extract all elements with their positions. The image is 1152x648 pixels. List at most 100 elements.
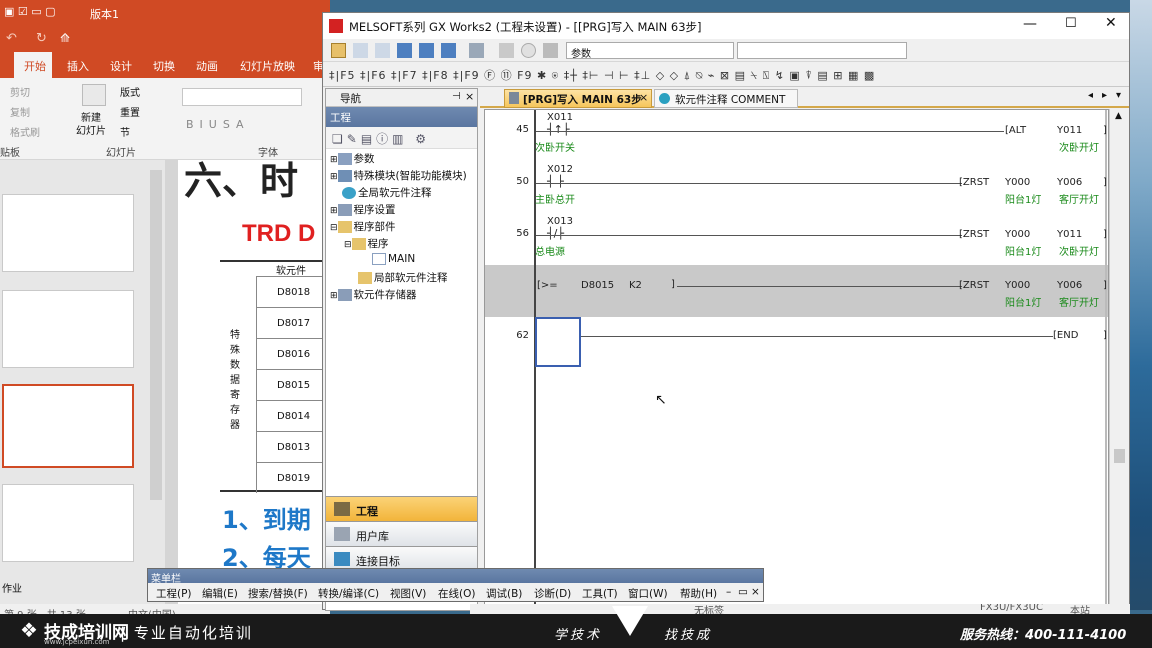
- ladder-vertical-scrollbar[interactable]: ▲: [1109, 109, 1129, 611]
- contact-icon[interactable]: ┤ ├: [547, 175, 564, 188]
- rising-contact-icon[interactable]: ┤↑├: [547, 123, 569, 136]
- pin-icon[interactable]: ⊣: [452, 91, 461, 102]
- menu-diagnostics[interactable]: 诊断(D): [534, 586, 571, 601]
- close-icon[interactable]: ✕: [1105, 15, 1117, 31]
- help-icon[interactable]: [521, 43, 536, 58]
- copy-button[interactable]: 复制: [10, 104, 30, 119]
- compare-operand-b[interactable]: K2: [629, 280, 642, 291]
- font-name-field[interactable]: [182, 88, 302, 106]
- menu-debug[interactable]: 调试(B): [486, 586, 522, 601]
- ribbon-tab-transitions[interactable]: 切换: [153, 58, 175, 74]
- write-plc-icon[interactable]: [419, 43, 434, 58]
- footer-mid-left: 学技术: [554, 628, 603, 643]
- tree-item-local-comment[interactable]: 局部软元件注释: [358, 270, 448, 287]
- ribbon-tab-slideshow[interactable]: 幻灯片放映: [240, 58, 295, 74]
- slide-thumbnail[interactable]: [2, 484, 134, 562]
- ladder-editor[interactable]: 45 X011 ┤↑├ 次卧开关 [ALT Y011 ] 次卧开灯 50 X01…: [484, 109, 1109, 611]
- ladder-symbol-icons[interactable]: ‡|F5 ‡|F6 ‡|F7 ‡|F8 ‡|F9 Ⓕ ⑪ F9 ✱ ⍟ ‡┼ ‡…: [329, 67, 875, 83]
- project-icon[interactable]: [331, 43, 346, 58]
- tab-ladder-main[interactable]: [PRG]写入 MAIN 63步 ×: [504, 89, 652, 108]
- layout-button[interactable]: 版式: [120, 84, 140, 99]
- format-painter-button[interactable]: 格式刷: [10, 124, 40, 139]
- menu-convert[interactable]: 转换/编译(C): [318, 586, 379, 601]
- binoculars-icon[interactable]: [543, 43, 558, 58]
- operand[interactable]: Y011: [1057, 125, 1082, 136]
- nav-title: 导航: [340, 93, 361, 105]
- tree-item-program-parts[interactable]: ⊟ 程序部件: [330, 219, 396, 236]
- instruction[interactable]: [ZRST: [959, 280, 989, 291]
- step-number: 45: [516, 124, 529, 135]
- menu-view[interactable]: 视图(V): [390, 586, 426, 601]
- slide-thumbnail-selected[interactable]: [2, 384, 134, 468]
- operand[interactable]: Y000: [1005, 280, 1030, 291]
- instruction[interactable]: [ZRST: [959, 177, 989, 188]
- ribbon-tab-animations[interactable]: 动画: [196, 58, 218, 74]
- end-instruction[interactable]: [END: [1053, 330, 1078, 341]
- operand[interactable]: Y006: [1057, 177, 1082, 188]
- operand[interactable]: Y006: [1057, 280, 1082, 291]
- menu-project[interactable]: 工程(P): [156, 586, 192, 601]
- tab-scroll-left-icon[interactable]: ◂: [1088, 90, 1093, 101]
- device-combo[interactable]: [737, 42, 907, 59]
- compare-instruction[interactable]: [>=: [537, 280, 558, 291]
- ribbon-tab-design[interactable]: 设计: [110, 58, 132, 74]
- menubar-title: 菜单栏: [148, 569, 763, 585]
- nav-close-icon[interactable]: ×: [465, 90, 474, 103]
- tree-item-special-module[interactable]: ⊞ 特殊模块(智能功能模块): [330, 168, 467, 185]
- tree-item-program[interactable]: ⊟ 程序: [344, 236, 389, 253]
- tab-scroll-right-icon[interactable]: ▸: [1102, 90, 1107, 101]
- menu-search-replace[interactable]: 搜索/替换(F): [248, 586, 308, 601]
- tree-item-parameter[interactable]: ⊞ 参数: [330, 151, 375, 168]
- cut-button[interactable]: 剪切: [10, 84, 30, 99]
- ribbon-tab-home[interactable]: 开始: [14, 52, 52, 78]
- new-slide-button[interactable]: 新建 幻灯片: [76, 112, 106, 138]
- menubar-restore-icon[interactable]: ▭: [738, 586, 748, 598]
- minimize-icon[interactable]: —: [1023, 16, 1037, 32]
- window-icon[interactable]: [375, 43, 390, 58]
- table-register-column: D8018 D8017 D8016 D8015 D8014 D8013 D801…: [256, 276, 330, 493]
- read-plc-icon[interactable]: [397, 43, 412, 58]
- tree-item-device-memory[interactable]: ⊞ 软元件存储器: [330, 287, 417, 304]
- compare-operand-a[interactable]: D8015: [581, 280, 614, 291]
- monitor-icon[interactable]: [469, 43, 484, 58]
- ribbon-tab-insert[interactable]: 插入: [67, 58, 89, 74]
- menu-window[interactable]: 窗口(W): [628, 586, 668, 601]
- scroll-thumb[interactable]: [1114, 449, 1125, 463]
- search-icon[interactable]: [499, 43, 514, 58]
- menu-help[interactable]: 帮助(H): [680, 586, 717, 601]
- maximize-icon[interactable]: ☐: [1065, 16, 1077, 31]
- present-icon[interactable]: ⟰: [60, 31, 70, 45]
- reset-button[interactable]: 重置: [120, 104, 140, 119]
- tree-item-main[interactable]: MAIN: [372, 253, 415, 270]
- menubar-minimize-icon[interactable]: –: [726, 586, 731, 598]
- menu-tools[interactable]: 工具(T): [582, 586, 618, 601]
- redo-icon[interactable]: ↻: [36, 31, 47, 46]
- tab-list-icon[interactable]: ▾: [1116, 90, 1121, 101]
- nc-contact-icon[interactable]: ┤/├: [547, 227, 564, 240]
- operand[interactable]: Y011: [1057, 229, 1082, 240]
- operand[interactable]: Y000: [1005, 229, 1030, 240]
- operand[interactable]: Y000: [1005, 177, 1030, 188]
- tab-device-comment[interactable]: 软元件注释 COMMENT: [654, 89, 798, 108]
- thumbnail-scrollbar[interactable]: [150, 170, 162, 500]
- nav-tab-user-library[interactable]: 用户库: [326, 521, 477, 546]
- nav-tab-project[interactable]: 工程: [326, 496, 477, 521]
- menubar-close-icon[interactable]: ×: [751, 586, 760, 598]
- tree-item-program-setting[interactable]: ⊞ 程序设置: [330, 202, 396, 219]
- slide-thumbnail[interactable]: [2, 194, 134, 272]
- slide-thumbnail[interactable]: [2, 290, 134, 368]
- verify-plc-icon[interactable]: [441, 43, 456, 58]
- ladder-cursor[interactable]: [535, 317, 581, 367]
- list-icon[interactable]: [353, 43, 368, 58]
- font-format-icons[interactable]: BIUSA: [186, 118, 250, 131]
- undo-icon[interactable]: ↶: [6, 31, 17, 46]
- section-button[interactable]: 节: [120, 124, 130, 139]
- new-slide-icon[interactable]: [82, 84, 106, 106]
- parameter-combo[interactable]: 参数: [566, 42, 734, 60]
- tree-item-global-comment[interactable]: 全局软元件注释: [342, 185, 432, 202]
- menu-edit[interactable]: 编辑(E): [202, 586, 238, 601]
- instruction[interactable]: [ZRST: [959, 229, 989, 240]
- menu-online[interactable]: 在线(O): [438, 586, 475, 601]
- instruction[interactable]: [ALT: [1005, 125, 1026, 136]
- nav-tool-icons[interactable]: ❏✎▤ⓘ▥ ⚙: [332, 130, 430, 147]
